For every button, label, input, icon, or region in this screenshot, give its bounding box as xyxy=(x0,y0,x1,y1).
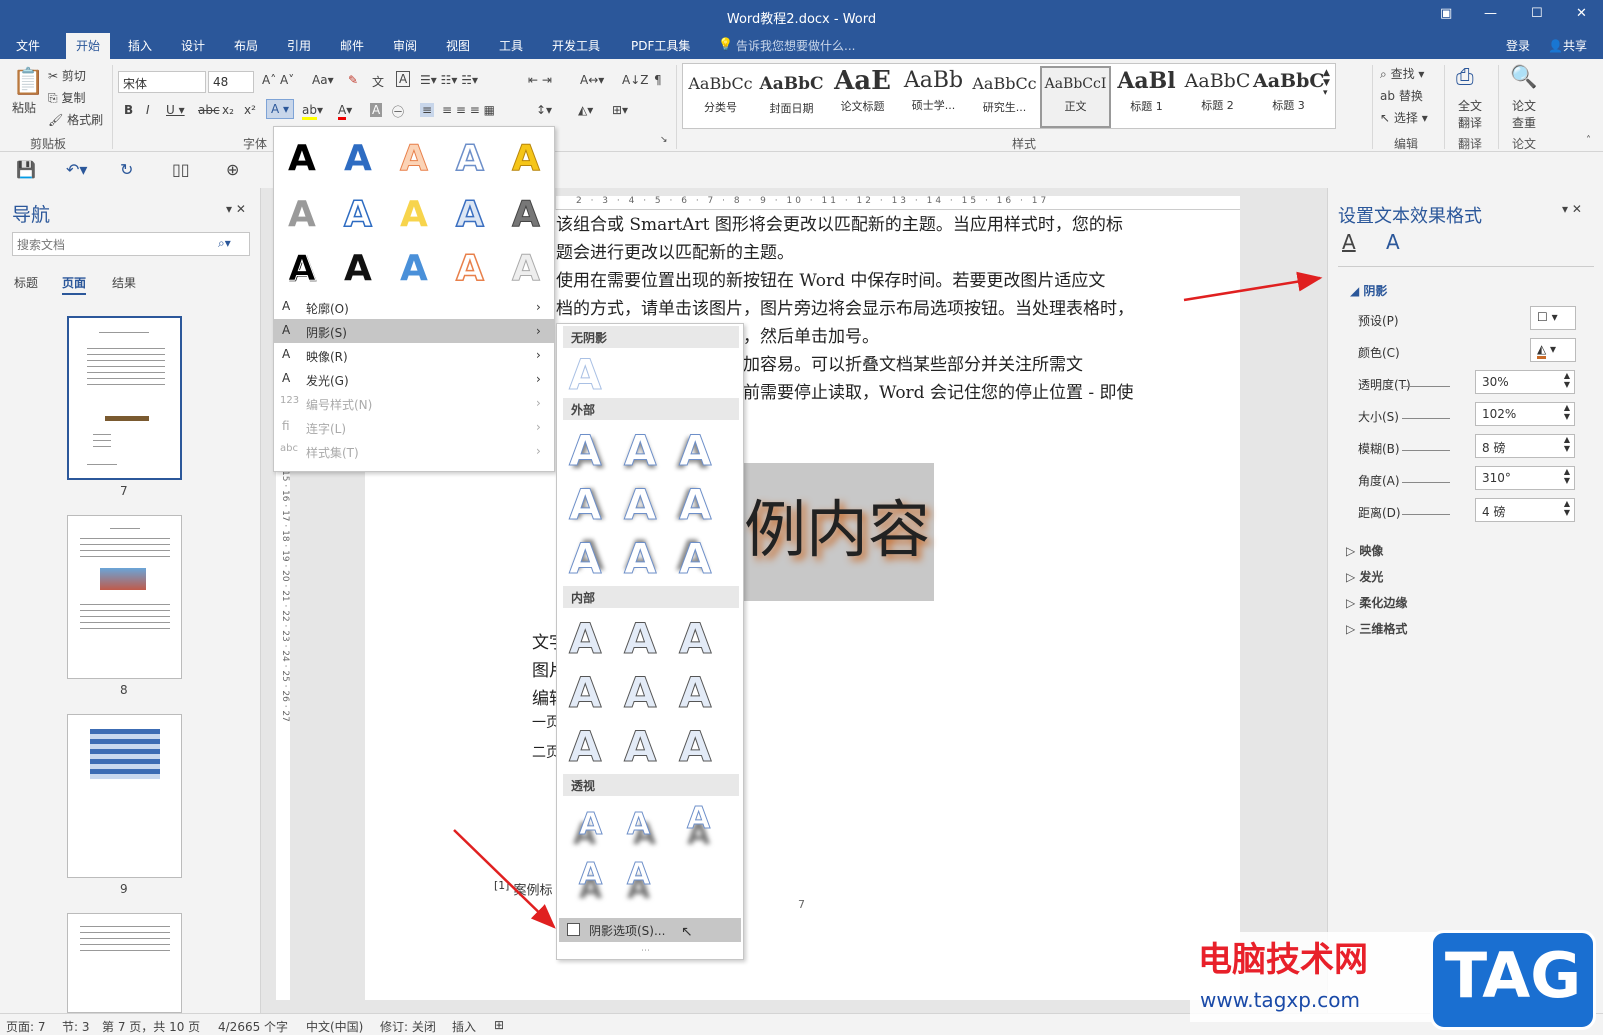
panel-title: 设置文本效果格式 xyxy=(1338,206,1482,227)
status-words[interactable]: 4/2665 个字 xyxy=(218,1018,288,1035)
angle-slider[interactable] xyxy=(1402,482,1450,483)
size-label: 大小(S) xyxy=(1358,410,1399,424)
distance-slider[interactable] xyxy=(1402,514,1450,515)
distance-label: 距离(D) xyxy=(1358,506,1401,520)
status-pages[interactable]: 第 7 页，共 10 页 xyxy=(102,1018,200,1035)
transparency-slider[interactable] xyxy=(1402,386,1450,387)
transparency-label: 透明度(T) xyxy=(1358,378,1411,392)
arrow-to-options xyxy=(453,829,556,929)
status-insert[interactable]: 插入 xyxy=(452,1018,476,1035)
shadow-section-header[interactable]: ◢ 阴影 xyxy=(1350,282,1387,299)
format-text-effects-panel: 设置文本效果格式 ▾ ✕ A A ◢ 阴影 预设(P) ☐ ▾ 颜色(C) ◭ … xyxy=(1327,188,1603,1013)
blur-input[interactable]: 8 磅 ▲ ▼ xyxy=(1475,434,1575,458)
preset-label: 预设(P) xyxy=(1358,314,1399,328)
arrow-to-panel xyxy=(1183,271,1323,302)
angle-label: 角度(A) xyxy=(1358,474,1400,488)
paint-bucket-icon: ◭ xyxy=(1537,342,1547,359)
status-revision[interactable]: 修订: 关闭 xyxy=(380,1018,436,1035)
blur-label: 模糊(B) xyxy=(1358,442,1400,456)
watermark-url: www.tagxp.com xyxy=(1200,988,1360,1012)
tag-logo: TAG xyxy=(1430,930,1596,1030)
size-input[interactable]: 102% ▲ ▼ xyxy=(1475,402,1575,426)
status-language[interactable]: 中文(中国) xyxy=(306,1018,363,1035)
status-page[interactable]: 页面: 7 xyxy=(6,1018,46,1035)
blur-slider[interactable] xyxy=(1402,450,1450,451)
glow-section[interactable]: ▷ 发光 xyxy=(1346,568,1383,585)
panel-options-icon[interactable]: ▾ ✕ xyxy=(1562,202,1582,216)
color-label: 颜色(C) xyxy=(1358,346,1400,360)
status-section[interactable]: 节: 3 xyxy=(62,1018,90,1035)
3d-format-section[interactable]: ▷ 三维格式 xyxy=(1346,620,1407,637)
soft-edges-section[interactable]: ▷ 柔化边缘 xyxy=(1346,594,1407,611)
text-fill-icon[interactable]: A xyxy=(1342,230,1356,254)
reflection-section[interactable]: ▷ 映像 xyxy=(1346,542,1383,559)
color-dropdown[interactable]: ◭ ▾ xyxy=(1530,338,1576,362)
text-effects-icon[interactable]: A xyxy=(1386,230,1400,254)
macro-icon[interactable]: ⊞ xyxy=(494,1018,504,1032)
size-slider[interactable] xyxy=(1402,418,1450,419)
preset-dropdown[interactable]: ☐ ▾ xyxy=(1530,306,1576,330)
distance-input[interactable]: 4 磅 ▲ ▼ xyxy=(1475,498,1575,522)
watermark-site-name: 电脑技术网 xyxy=(1198,940,1368,980)
angle-input[interactable]: 310° ▲ ▼ xyxy=(1475,466,1575,490)
transparency-input[interactable]: 30% ▲ ▼ xyxy=(1475,370,1575,394)
